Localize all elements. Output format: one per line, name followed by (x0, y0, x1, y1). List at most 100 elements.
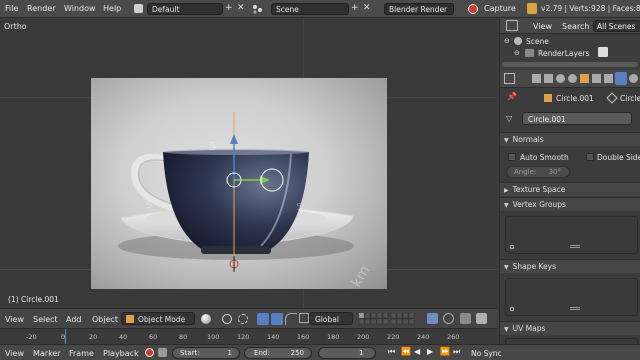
outliner-scrollbar[interactable] (502, 62, 638, 67)
capture-icon[interactable] (468, 4, 478, 14)
layer-buttons[interactable] (358, 312, 419, 325)
close-scene-icon[interactable]: ✕ (363, 3, 371, 14)
timeline-ruler[interactable]: -20 0 20 40 60 80 100 120 140 160 180 20… (0, 328, 497, 345)
uv-maps-list[interactable] (505, 338, 638, 344)
svg-text:5: 5 (296, 202, 302, 213)
expand-renderlayers-icon[interactable]: ⊖ (514, 49, 520, 57)
world-tab-icon[interactable] (568, 74, 577, 83)
add-layout-icon[interactable]: + (225, 3, 233, 14)
translate-icon[interactable] (271, 313, 283, 325)
scale-icon[interactable] (299, 313, 309, 323)
next-key-icon[interactable]: ⏩ (440, 347, 450, 356)
normals-panel-header[interactable]: ▼ Normals (500, 132, 640, 146)
pivot-point-icon[interactable] (222, 314, 232, 324)
start-frame-value: 1 (227, 349, 232, 357)
menu-add[interactable]: Add (66, 315, 82, 324)
current-frame-line[interactable] (65, 329, 66, 345)
menu-help[interactable]: Help (103, 4, 121, 13)
screen-layout-field[interactable]: Default (147, 3, 223, 15)
screen-layout-icon[interactable] (134, 4, 143, 13)
render-anim-icon[interactable] (476, 313, 487, 324)
auto-smooth-checkbox[interactable] (508, 153, 516, 161)
vertex-groups-list[interactable] (505, 216, 638, 254)
constraints-tab-icon[interactable] (592, 74, 601, 83)
object-icon (544, 94, 552, 102)
data-tab-icon[interactable] (615, 72, 627, 85)
snap-icon[interactable] (443, 313, 454, 324)
3d-viewport[interactable]: Ortho 5 5 5 km (1) Circle.001 (0, 18, 497, 308)
orientation-select[interactable]: Global (309, 312, 353, 325)
sync-mode-select[interactable]: No Sync (471, 349, 502, 358)
keying-set-icon[interactable] (158, 348, 167, 357)
texture-space-panel-header[interactable]: ▶ Texture Space (500, 182, 640, 196)
timeline-menu-frame[interactable]: Frame (69, 349, 94, 358)
transform-manipulator[interactable] (220, 106, 290, 276)
menu-window[interactable]: Window (64, 4, 96, 13)
ruler-tick: 60 (149, 333, 158, 341)
add-scene-icon[interactable]: + (351, 3, 359, 14)
end-frame-field[interactable]: End: 250 (244, 347, 312, 359)
outliner-item-scene[interactable]: Scene (526, 37, 549, 46)
angle-field[interactable]: Angle: 30° (506, 166, 570, 178)
scene-tab-icon[interactable] (556, 74, 565, 83)
outliner-tab-search[interactable]: Search (562, 22, 589, 31)
play-icon[interactable]: ▶ (427, 347, 433, 356)
menu-select[interactable]: Select (33, 315, 58, 324)
renderlayers-icon (525, 49, 534, 57)
scene-icon[interactable] (252, 4, 262, 14)
play-reverse-icon[interactable]: ◀ (414, 347, 420, 356)
pin-icon[interactable]: 📌 (507, 92, 517, 101)
list-resize-handle[interactable] (570, 307, 580, 310)
record-icon[interactable] (145, 348, 154, 357)
jump-start-icon[interactable]: ⏮ (388, 347, 395, 357)
menu-render[interactable]: Render (27, 4, 55, 13)
svg-text:5: 5 (146, 200, 152, 211)
render-engine-select[interactable]: Blender Render (384, 3, 454, 15)
close-layout-icon[interactable]: ✕ (237, 3, 245, 14)
uv-maps-panel-header[interactable]: ▼ UV Maps (500, 321, 640, 335)
prev-key-icon[interactable]: ⏪ (401, 347, 411, 356)
layer-lock-icon[interactable] (427, 313, 438, 324)
manipulator-toggle-icon[interactable] (257, 313, 269, 325)
shape-keys-list[interactable] (505, 278, 638, 316)
object-tab-icon[interactable] (580, 74, 589, 83)
render-preview-icon[interactable] (460, 313, 471, 324)
angle-value: 30° (548, 168, 561, 176)
editor-type-icon[interactable] (504, 73, 515, 84)
timeline-menu-marker[interactable]: Marker (33, 349, 61, 358)
start-frame-field[interactable]: Start: 1 (172, 347, 240, 359)
timeline-menu-playback[interactable]: Playback (103, 349, 139, 358)
viewport-shading-icon[interactable] (201, 314, 211, 324)
list-filter-icon[interactable] (510, 245, 514, 249)
display-mode-select[interactable]: All Scenes (593, 20, 640, 32)
layer-grid-icon[interactable] (358, 312, 419, 325)
scene-field[interactable]: Scene (271, 3, 349, 15)
mesh-browse-icon[interactable]: ▽ (506, 114, 512, 123)
jump-end-icon[interactable]: ⏭ (453, 347, 460, 357)
outliner-item-renderlayers[interactable]: RenderLayers (538, 49, 590, 58)
list-filter-icon[interactable] (510, 307, 514, 311)
expand-scene-icon[interactable]: ⊖ (504, 37, 510, 45)
rotate-icon[interactable] (285, 313, 297, 325)
render-tab-icon[interactable] (532, 74, 541, 83)
mesh-name-field[interactable]: Circle.001 (522, 112, 632, 125)
menu-object[interactable]: Object (92, 315, 118, 324)
shape-keys-panel-header[interactable]: ▼ Shape Keys (500, 259, 640, 273)
material-tab-icon[interactable] (629, 74, 638, 83)
mode-select[interactable]: Object Mode (121, 312, 195, 325)
capture-button[interactable]: Capture (484, 4, 516, 13)
vertex-groups-panel-header[interactable]: ▼ Vertex Groups (500, 197, 640, 211)
timeline-header: View Marker Frame Playback Start: 1 End:… (0, 344, 640, 360)
render-toggle-icon[interactable] (598, 47, 608, 57)
outliner-tab-view[interactable]: View (533, 22, 552, 31)
editor-type-icon[interactable] (506, 20, 518, 31)
menu-view[interactable]: View (5, 315, 24, 324)
timeline-menu-view[interactable]: View (5, 349, 24, 358)
list-resize-handle[interactable] (570, 245, 580, 248)
menu-file[interactable]: File (5, 4, 18, 13)
double-sided-checkbox[interactable] (586, 153, 594, 161)
current-frame-field[interactable]: 1 (318, 347, 376, 359)
modifiers-tab-icon[interactable] (604, 74, 613, 83)
proportional-icon[interactable] (238, 314, 248, 324)
render-layers-tab-icon[interactable] (544, 74, 553, 83)
